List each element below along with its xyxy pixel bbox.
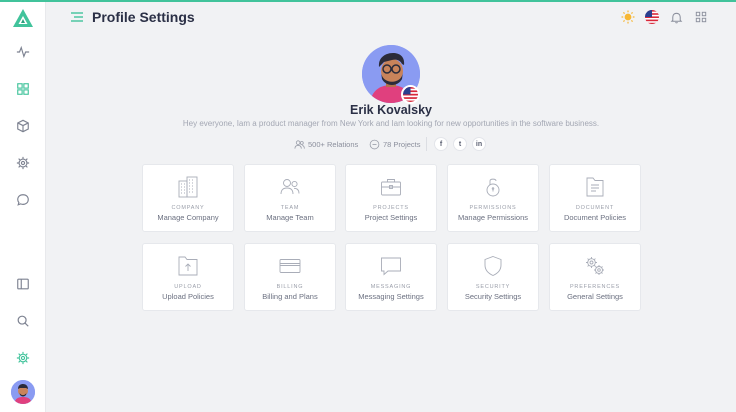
profile-bio: Hey everyone, Iam a product manager from… [182,119,600,128]
briefcase-icon [346,175,436,199]
projects-card[interactable]: PROJECTS Project Settings [345,164,437,232]
settings-chip-icon[interactable] [11,151,35,175]
facebook-icon[interactable]: f [434,137,448,151]
projects-count: 78 Projects [383,139,421,149]
app-logo-icon[interactable] [12,8,34,28]
menu-toggle-icon[interactable] [70,10,84,24]
bell-notification-icon[interactable] [669,10,683,24]
page-title: Profile Settings [92,9,195,25]
card-kicker: PERMISSIONS [469,205,517,211]
card-label: Manage Team [266,213,314,222]
profile-name: Erik Kovalsky [350,103,432,117]
twitter-icon[interactable]: t [453,137,467,151]
dashboard-grid-icon[interactable] [11,77,35,101]
projects-circle-icon [369,139,380,149]
upload-icon [143,254,233,278]
shield-icon [448,254,538,278]
stats-divider [426,137,427,151]
search-icon[interactable] [11,309,35,333]
card-kicker: MESSAGING [370,284,412,290]
permissions-card[interactable]: PERMISSIONS Manage Permissions [447,164,539,232]
card-label: Project Settings [364,213,418,222]
relations-stat: 500+ Relations [294,138,358,150]
card-label: Security Settings [464,292,522,301]
document-icon [550,175,640,199]
team-card[interactable]: TEAM Manage Team [244,164,336,232]
activity-icon[interactable] [11,40,35,64]
company-card[interactable]: COMPANY Manage Company [142,164,234,232]
team-icon [245,175,335,199]
top-header: Profile Settings [46,2,736,34]
card-kicker: COMPANY [171,205,205,211]
us-flag-icon[interactable] [645,10,659,24]
people-icon [294,139,305,149]
card-kicker: UPLOAD [174,284,202,290]
gears-icon [550,254,640,278]
lock-icon [448,175,538,199]
card-kicker: DOCUMENT [575,205,615,211]
billing-card[interactable]: BILLING Billing and Plans [244,243,336,311]
card-kicker: BILLING [276,284,304,290]
security-card[interactable]: SECURITY Security Settings [447,243,539,311]
document-card[interactable]: DOCUMENT Document Policies [549,164,641,232]
card-label: General Settings [567,292,623,301]
card-kicker: PREFERENCES [569,284,621,290]
apps-grid-icon[interactable] [694,10,708,24]
card-kicker: PROJECTS [373,205,409,211]
card-label: Document Policies [563,213,627,222]
card-label: Upload Policies [162,292,214,301]
chat-icon [346,254,436,278]
chat-bubble-icon[interactable] [11,188,35,212]
card-kicker: TEAM [280,205,300,211]
relations-count: 500+ Relations [308,139,359,149]
card-kicker: SECURITY [475,284,511,290]
card-label: Manage Permissions [457,213,529,222]
box-icon[interactable] [11,114,35,138]
card-label: Manage Company [157,213,219,222]
linkedin-icon[interactable]: in [472,137,486,151]
card-label: Messaging Settings [358,292,424,301]
settings-gear-icon[interactable] [11,346,35,370]
upload-card[interactable]: UPLOAD Upload Policies [142,243,234,311]
preferences-card[interactable]: PREFERENCES General Settings [549,243,641,311]
building-icon [143,175,233,199]
credit-card-icon [245,254,335,278]
card-label: Billing and Plans [262,292,318,301]
projects-stat: 78 Projects [369,138,421,150]
user-avatar[interactable] [11,380,35,404]
profile-flag-badge-icon [401,85,420,104]
sun-theme-icon[interactable] [621,10,635,24]
messaging-card[interactable]: MESSAGING Messaging Settings [345,243,437,311]
sidebar-panel-icon[interactable] [11,272,35,296]
sidebar [0,2,46,412]
